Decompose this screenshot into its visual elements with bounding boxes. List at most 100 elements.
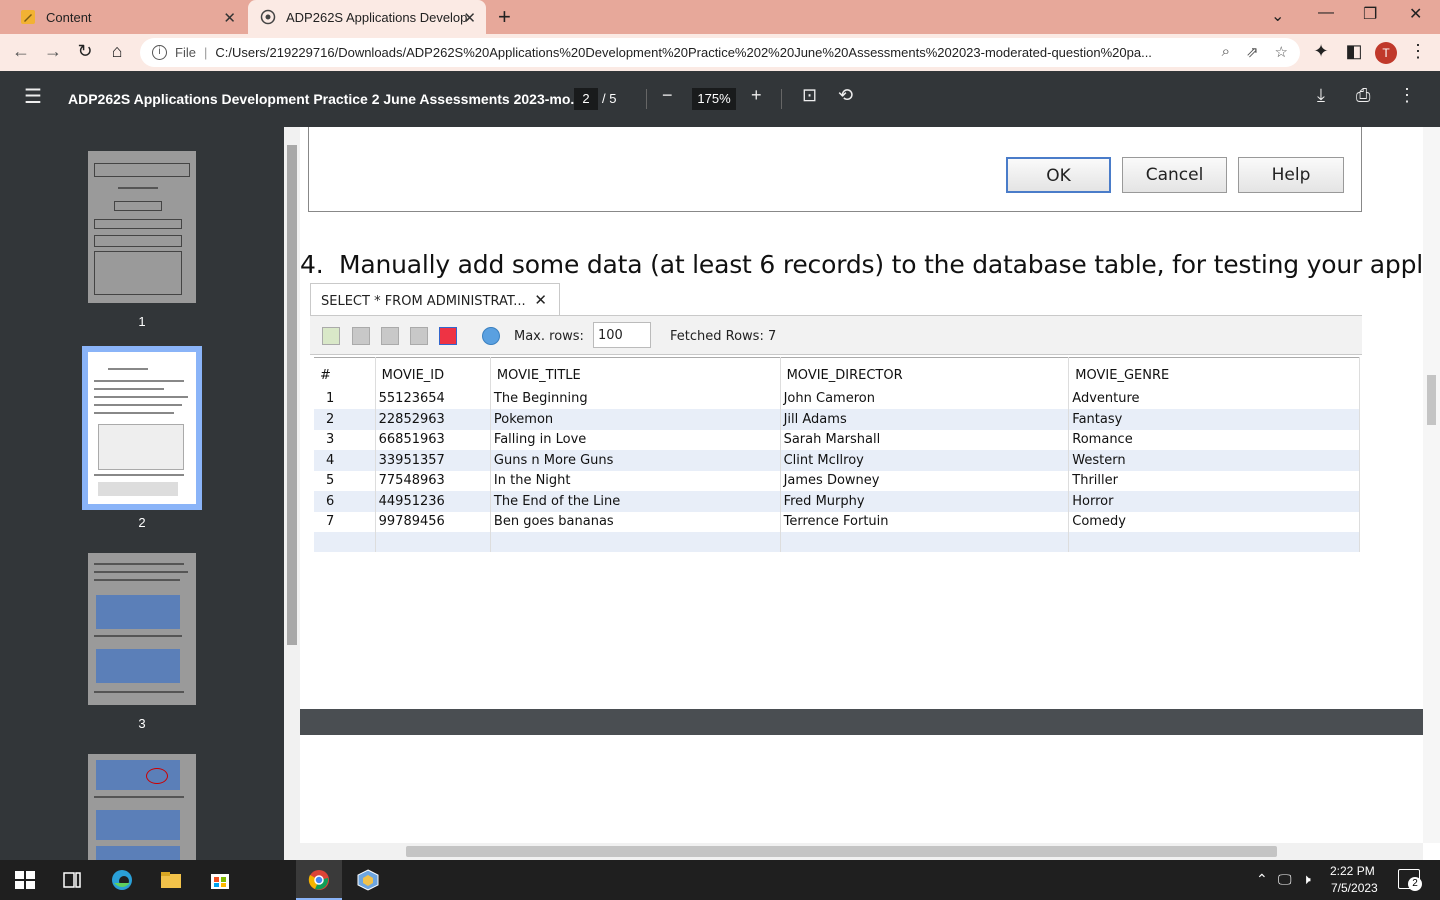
table-row: 2 22852963 Pokemon Jill Adams Fantasy <box>314 409 1360 430</box>
max-rows-label: Max. rows: <box>514 329 584 344</box>
close-icon: ✕ <box>534 291 547 309</box>
page-thumbnail-4[interactable] <box>88 754 196 860</box>
new-tab-button[interactable]: + <box>498 4 511 30</box>
notification-count-badge: 2 <box>1408 877 1422 891</box>
document-horizontal-scrollbar[interactable] <box>300 843 1423 860</box>
more-options-icon[interactable]: ⋮ <box>1398 85 1416 106</box>
close-window-icon[interactable]: ✕ <box>1409 4 1422 24</box>
query-tab-label: SELECT * FROM ADMINISTRAT... <box>321 294 526 309</box>
omnibox[interactable]: i File | C:/Users/219229716/Downloads/AD… <box>140 38 1300 67</box>
cancel-button: Cancel <box>1122 157 1227 193</box>
notification-center-icon[interactable]: 2 <box>1398 869 1422 891</box>
edge-browser-icon[interactable] <box>110 869 134 891</box>
table-cell: Romance <box>1068 429 1360 450</box>
table-cell: 55123654 <box>375 388 491 409</box>
table-cell: 33951357 <box>375 450 491 471</box>
truncate-icon <box>439 327 457 345</box>
table-cell: Thriller <box>1068 470 1360 491</box>
side-panel-icon[interactable]: ◧ <box>1343 41 1365 62</box>
close-icon[interactable]: ✕ <box>463 9 476 27</box>
column-header: MOVIE_ID <box>375 357 491 389</box>
hamburger-menu-icon[interactable]: ☰ <box>24 84 42 109</box>
column-header: MOVIE_DIRECTOR <box>780 357 1070 389</box>
table-cell: Terrence Fortuin <box>780 511 1070 532</box>
document-vertical-scrollbar[interactable] <box>1423 127 1440 843</box>
windows-start-icon[interactable] <box>13 869 37 891</box>
show-hidden-icons-icon[interactable]: ⌃ <box>1256 871 1268 888</box>
tab-label: Content <box>46 9 92 25</box>
table-row: 7 99789456 Ben goes bananas Terrence Fortui… <box>314 511 1360 532</box>
task-view-icon[interactable] <box>60 869 84 891</box>
page-thumbnail-2[interactable] <box>88 352 196 504</box>
table-cell: 99789456 <box>375 511 491 532</box>
max-rows-input: 100 <box>593 322 651 348</box>
thumbnail-number: 3 <box>138 716 146 731</box>
commit-icon <box>381 327 399 345</box>
table-cell: Sarah Marshall <box>780 429 1070 450</box>
fit-page-icon[interactable]: ⊡ <box>802 85 817 106</box>
zoom-icon[interactable]: ⌕ <box>1222 43 1230 61</box>
delete-row-icon <box>352 327 370 345</box>
table-cell: The End of the Line <box>490 491 781 512</box>
table-cell: Horror <box>1068 491 1360 512</box>
zoom-out-icon[interactable]: − <box>662 85 673 106</box>
table-cell: 44951236 <box>375 491 491 512</box>
help-button: Help <box>1238 157 1344 193</box>
tab-content[interactable]: Content ✕ <box>8 0 246 34</box>
back-icon[interactable]: ← <box>10 41 32 62</box>
rotate-icon[interactable]: ⟲ <box>838 85 853 106</box>
microsoft-store-icon[interactable] <box>208 869 232 891</box>
extensions-icon[interactable]: ✦ <box>1310 41 1332 62</box>
virtualbox-icon[interactable] <box>356 869 380 891</box>
file-explorer-icon[interactable] <box>159 869 183 891</box>
table-cell: 3 <box>314 429 376 450</box>
table-cell: John Cameron <box>780 388 1070 409</box>
column-header: # <box>314 357 376 389</box>
table-cell: Guns n More Guns <box>490 450 781 471</box>
sidebar-scrollbar[interactable] <box>284 127 300 860</box>
close-icon[interactable]: ✕ <box>223 9 236 27</box>
page-thumbnail-1[interactable] <box>88 151 196 303</box>
table-cell: 7 <box>314 511 376 532</box>
info-icon[interactable]: i <box>152 45 167 60</box>
tab-label: ADP262S Applications Developm <box>286 9 468 25</box>
tab-search-icon[interactable]: ⌄ <box>1271 6 1284 26</box>
table-cell: Western <box>1068 450 1360 471</box>
reload-icon[interactable]: ↻ <box>74 41 96 62</box>
download-icon[interactable]: ⤓ <box>1317 85 1325 106</box>
url-text[interactable]: C:/Users/219229716/Downloads/ADP262S%20A… <box>215 45 1205 60</box>
table-cell: 2 <box>314 409 376 430</box>
table-cell: 1 <box>314 388 376 409</box>
share-icon[interactable]: ⇗ <box>1246 43 1259 61</box>
page-total: / 5 <box>602 91 617 106</box>
volume-muted-icon[interactable]: 🕨 <box>1302 871 1311 888</box>
table-cell: 66851963 <box>375 429 491 450</box>
home-icon[interactable]: ⌂ <box>106 41 128 62</box>
zoom-level-input[interactable]: 175% <box>692 88 736 110</box>
table-row: 4 33951357 Guns n More Guns Clint McIlroy We… <box>314 450 1360 471</box>
menu-kebab-icon[interactable]: ⋮ <box>1407 41 1429 62</box>
refresh-icon <box>482 327 500 345</box>
minimize-icon[interactable]: — <box>1318 4 1334 22</box>
tab-pdf[interactable]: ADP262S Applications Developm ✕ <box>248 0 486 34</box>
pdf-toolbar: ☰ ADP262S Applications Development Pract… <box>0 71 1440 127</box>
table-cell: 5 <box>314 470 376 491</box>
clock-time[interactable]: 2:22 PM <box>1330 864 1375 878</box>
restore-icon[interactable]: ❐ <box>1363 4 1377 24</box>
table-cell: Jill Adams <box>780 409 1070 430</box>
taskbar-chrome-active[interactable] <box>296 860 342 900</box>
divider <box>646 89 647 109</box>
profile-avatar[interactable]: T <box>1375 42 1397 64</box>
table-row: 6 44951236 The End of the Line Fred Murphy H… <box>314 491 1360 512</box>
zoom-in-icon[interactable]: + <box>751 85 762 106</box>
clock-date[interactable]: 7/5/2023 <box>1331 881 1378 895</box>
page-number-input[interactable]: 2 <box>574 88 598 110</box>
forward-icon[interactable]: → <box>42 41 64 62</box>
bookmark-star-icon[interactable]: ☆ <box>1275 43 1288 61</box>
result-grid: # MOVIE_ID MOVIE_TITLE MOVIE_DIRECTOR MO… <box>314 357 1360 552</box>
scheme-label: File <box>175 45 196 60</box>
network-icon[interactable]: 🖵 <box>1278 871 1292 888</box>
print-icon[interactable]: ⎙ <box>1356 85 1370 106</box>
page-thumbnail-3[interactable] <box>88 553 196 705</box>
table-cell: Comedy <box>1068 511 1360 532</box>
